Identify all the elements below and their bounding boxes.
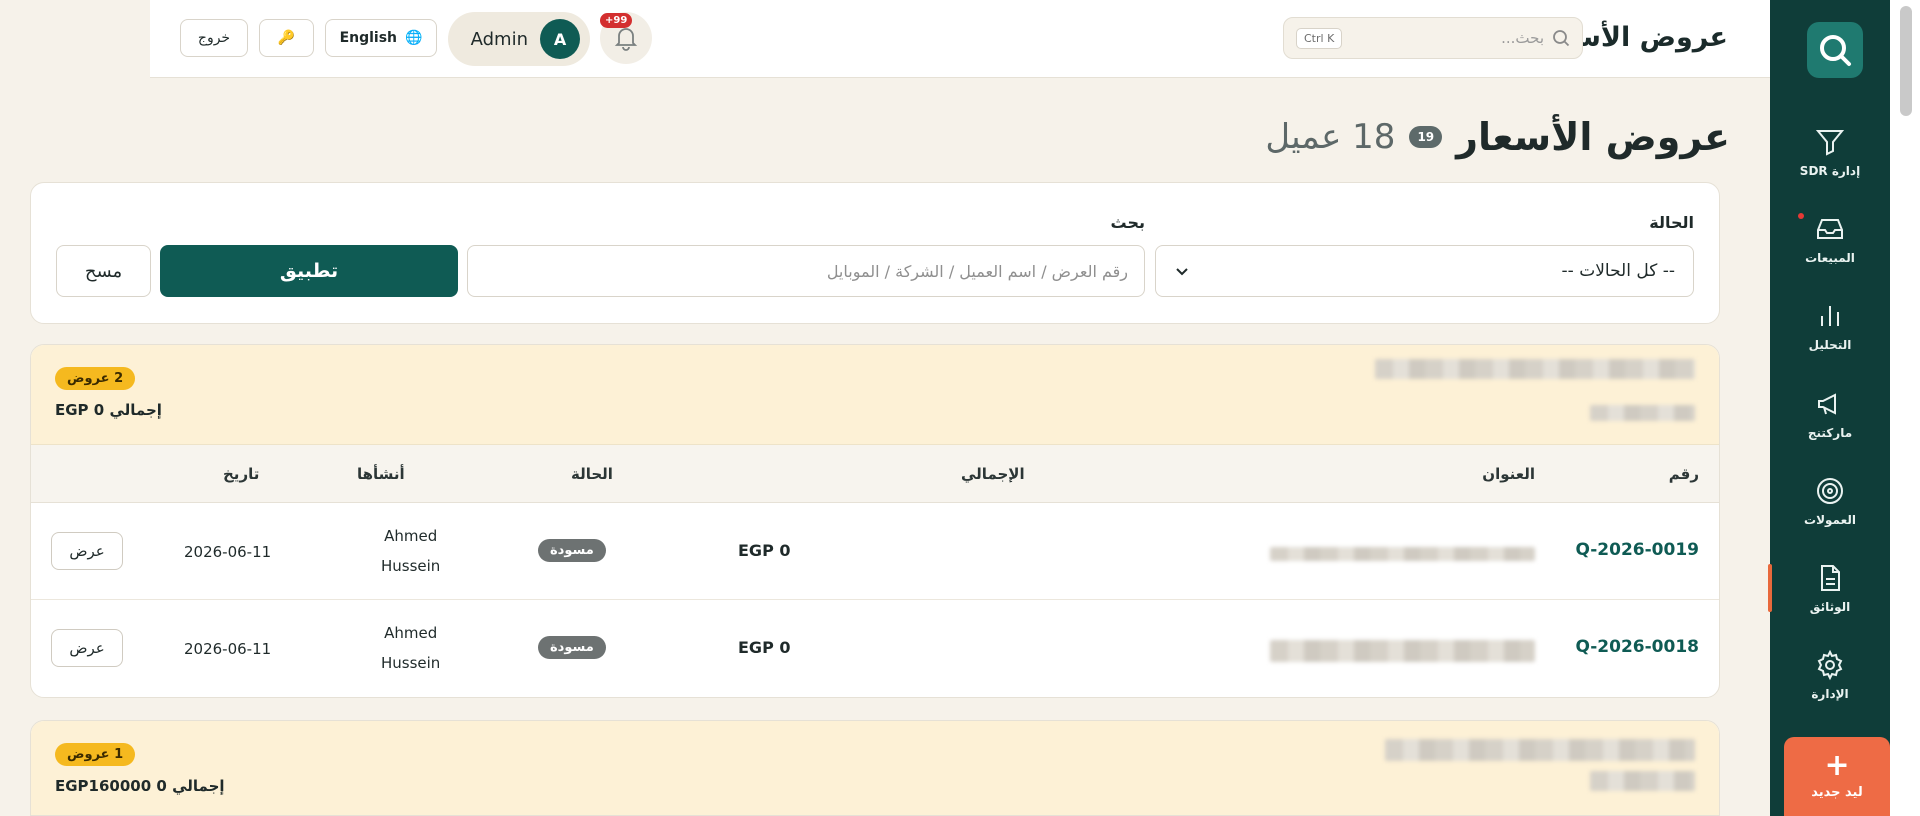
creator-last-name: Hussein bbox=[381, 557, 441, 575]
search-logo-icon bbox=[1820, 35, 1851, 66]
sidebar-item-marketing[interactable]: ماركتنج bbox=[1770, 378, 1890, 450]
key-icon: 🔑 bbox=[277, 30, 296, 46]
table-row: Q-2026-0019 EGP 0 مسودة Ahmed Hussein 20… bbox=[31, 503, 1719, 600]
group-total: إجمالي EGP 0 bbox=[55, 401, 162, 419]
global-search-input[interactable]: بحث... Ctrl K bbox=[1283, 17, 1583, 59]
redacted-client-name bbox=[1385, 739, 1695, 761]
quote-number-link[interactable]: Q-2026-0018 bbox=[1575, 637, 1699, 657]
client-group-header: 2 عروض إجمالي EGP 0 bbox=[31, 345, 1719, 445]
new-lead-button[interactable]: + ليد جديد bbox=[1784, 737, 1890, 816]
sidebar: إدارة SDR المبيعات التحليل ماركتنج العمو… bbox=[1768, 0, 1890, 816]
app-logo[interactable] bbox=[1807, 22, 1863, 78]
search-placeholder: بحث... bbox=[1501, 29, 1544, 47]
table-row: Q-2026-0018 EGP 0 مسودة Ahmed Hussein 20… bbox=[31, 600, 1719, 697]
clear-button[interactable]: مسح bbox=[56, 245, 151, 297]
status-badge: مسودة bbox=[538, 636, 606, 659]
filter-icon bbox=[1815, 130, 1845, 156]
view-quote-button[interactable]: عرض bbox=[51, 629, 123, 667]
user-menu[interactable]: A Admin bbox=[448, 12, 590, 66]
plus-icon: + bbox=[1824, 748, 1850, 783]
creator-first-name: Ahmed bbox=[384, 527, 438, 545]
col-number: رقم bbox=[1668, 465, 1699, 483]
quotes-count-badge: 19 bbox=[1409, 126, 1443, 148]
sidebar-item-admin[interactable]: الإدارة bbox=[1770, 639, 1890, 711]
quote-total: EGP 0 bbox=[738, 541, 791, 560]
keyboard-shortcut-hint: Ctrl K bbox=[1296, 27, 1343, 49]
sidebar-item-sdr[interactable]: إدارة SDR bbox=[1770, 116, 1890, 188]
col-created-by: أنشأها bbox=[357, 465, 405, 483]
table-header: رقم العنوان الإجمالي الحالة أنشأها تاريخ bbox=[31, 445, 1719, 503]
offers-count-badge: 1 عروض bbox=[55, 743, 136, 766]
page-title: عروض الأسعار bbox=[1456, 115, 1730, 159]
language-toggle-button[interactable]: 🌐 English bbox=[325, 19, 437, 57]
globe-icon: 🌐 bbox=[405, 30, 423, 46]
sidebar-item-label: ماركتنج bbox=[1807, 426, 1853, 440]
target-icon bbox=[1817, 478, 1843, 504]
client-group: 1 عروض إجمالي EGP160000 0 bbox=[30, 720, 1720, 816]
sidebar-item-label: الإدارة bbox=[1811, 687, 1849, 701]
avatar: A bbox=[540, 19, 580, 59]
search-icon bbox=[1553, 30, 1570, 47]
user-name: Admin bbox=[470, 28, 528, 50]
redacted-quote-title bbox=[1270, 547, 1535, 561]
quote-date: 2026-06-11 bbox=[184, 640, 272, 658]
status-select[interactable]: -- كل الحالات -- bbox=[1155, 245, 1694, 297]
creator-last-name: Hussein bbox=[381, 654, 441, 672]
group-total: إجمالي EGP160000 0 bbox=[55, 777, 225, 795]
document-icon bbox=[1821, 565, 1840, 591]
quote-number-link[interactable]: Q-2026-0019 bbox=[1575, 540, 1699, 560]
redacted-client-detail bbox=[1590, 771, 1695, 791]
redacted-quote-title bbox=[1270, 640, 1535, 662]
client-group-header: 1 عروض إجمالي EGP160000 0 bbox=[31, 721, 1719, 815]
redacted-client-name bbox=[1375, 359, 1695, 379]
search-filter-label: بحث bbox=[1110, 213, 1145, 232]
bar-chart-icon bbox=[1821, 306, 1839, 326]
inbox-icon bbox=[1817, 219, 1843, 239]
chevron-down-icon bbox=[1176, 268, 1188, 276]
change-password-button[interactable]: 🔑 bbox=[259, 19, 314, 57]
page-heading: عروض الأسعار 19 18 عميل bbox=[1265, 115, 1730, 159]
status-badge: مسودة bbox=[538, 539, 606, 562]
creator-name: Ahmed Hussein bbox=[381, 618, 440, 678]
sidebar-item-label: إدارة SDR bbox=[1799, 164, 1861, 178]
notification-dot bbox=[1798, 213, 1804, 219]
quote-total: EGP 0 bbox=[738, 638, 791, 657]
creator-first-name: Ahmed bbox=[384, 624, 438, 642]
redacted-client-detail bbox=[1590, 405, 1695, 421]
search-field-placeholder: رقم العرض / اسم العميل / الشركة / الموبا… bbox=[826, 261, 1128, 281]
col-status: الحالة bbox=[571, 465, 613, 483]
sidebar-item-label: التحليل bbox=[1808, 338, 1852, 352]
scrollbar-thumb[interactable] bbox=[1900, 6, 1912, 116]
page-scrollbar[interactable] bbox=[1890, 0, 1920, 816]
quote-search-input[interactable]: رقم العرض / اسم العميل / الشركة / الموبا… bbox=[467, 245, 1145, 297]
sidebar-item-sales[interactable]: المبيعات bbox=[1770, 203, 1890, 275]
creator-name: Ahmed Hussein bbox=[381, 521, 440, 581]
sidebar-item-commissions[interactable]: العمولات bbox=[1770, 465, 1890, 537]
logout-button[interactable]: خروج bbox=[180, 19, 248, 57]
language-label: English bbox=[339, 30, 398, 46]
bell-icon bbox=[614, 28, 638, 51]
client-group: 2 عروض إجمالي EGP 0 رقم العنوان الإجمالي… bbox=[30, 344, 1720, 698]
status-select-value: -- كل الحالات -- bbox=[1561, 261, 1675, 281]
offers-count-badge: 2 عروض bbox=[55, 367, 136, 390]
col-title: العنوان bbox=[1482, 465, 1535, 483]
view-quote-button[interactable]: عرض bbox=[51, 532, 123, 570]
sidebar-item-label: المبيعات bbox=[1805, 251, 1855, 265]
col-total: الإجمالي bbox=[961, 465, 1025, 483]
sidebar-item-label: الوثائق bbox=[1809, 600, 1851, 614]
clients-count: 18 عميل bbox=[1265, 117, 1396, 157]
filter-card: الحالة بحث -- كل الحالات -- رقم العرض / … bbox=[30, 182, 1720, 324]
gear-icon bbox=[1817, 649, 1843, 681]
status-filter-label: الحالة bbox=[1649, 213, 1694, 232]
notifications-count-badge: +99 bbox=[600, 13, 633, 28]
sidebar-item-analytics[interactable]: التحليل bbox=[1770, 290, 1890, 362]
megaphone-icon bbox=[1818, 393, 1836, 415]
sidebar-item-documents[interactable]: الوثائق bbox=[1768, 552, 1890, 624]
top-bar: عروض الأسعار بحث... Ctrl K +99 A Admin 🌐… bbox=[150, 0, 1770, 78]
sidebar-item-label: العمولات bbox=[1804, 513, 1856, 527]
col-date: تاريخ bbox=[223, 465, 260, 483]
apply-button[interactable]: تطبيق bbox=[160, 245, 458, 297]
quote-date: 2026-06-11 bbox=[184, 543, 272, 561]
new-lead-label: ليد جديد bbox=[1811, 785, 1863, 800]
